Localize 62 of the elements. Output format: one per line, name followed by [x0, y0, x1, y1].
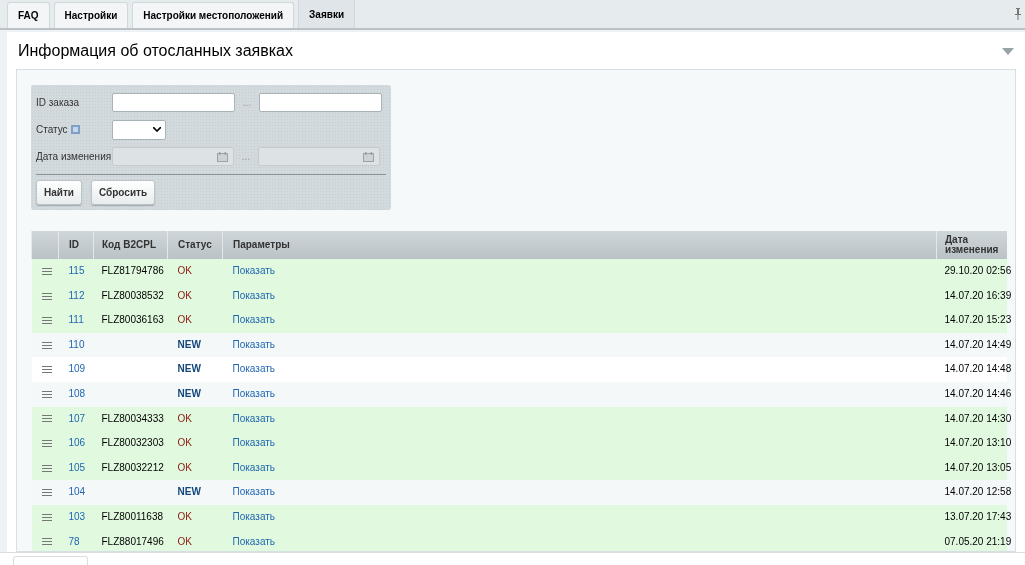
collapse-arrow-icon[interactable] — [1002, 47, 1014, 55]
menu-icon[interactable] — [41, 366, 52, 374]
show-link[interactable]: Показать — [232, 511, 275, 522]
status-cell: OK — [167, 431, 223, 456]
menu-icon[interactable] — [41, 489, 52, 497]
range-separator: ... — [240, 150, 252, 164]
tab[interactable]: Настройки местоположений — [132, 2, 295, 28]
id-link[interactable]: 78 — [68, 535, 80, 547]
menu-icon[interactable] — [41, 317, 52, 325]
column-header: Дата изменения — [936, 231, 1007, 259]
tab[interactable]: Настройки — [53, 2, 129, 28]
menu-icon[interactable] — [41, 292, 52, 300]
menu-icon[interactable] — [41, 538, 52, 546]
tab[interactable]: Заявки — [298, 0, 356, 28]
status-select[interactable] — [112, 119, 166, 140]
field-label: ID заказа — [36, 96, 80, 110]
chevron-down-icon — [153, 127, 161, 132]
date-field[interactable] — [258, 147, 380, 166]
show-link[interactable]: Показать — [232, 412, 275, 424]
input-field[interactable] — [112, 93, 235, 112]
show-link[interactable]: Показать — [232, 265, 275, 277]
menu-icon[interactable] — [41, 341, 52, 349]
table-cell: FLZ80032303 — [93, 431, 168, 456]
column-header: Статус — [167, 231, 223, 259]
id-link[interactable]: 110 — [68, 338, 85, 350]
status-cell: OK — [167, 308, 223, 333]
column-header: Параметры — [222, 231, 937, 259]
show-link[interactable]: Показать — [232, 338, 275, 350]
id-link[interactable]: 104 — [68, 486, 86, 498]
status-cell: NEW — [167, 480, 223, 505]
show-link[interactable]: Показать — [232, 461, 275, 473]
show-link[interactable]: Показать — [232, 289, 275, 301]
column-header: ID — [58, 231, 94, 259]
show-link[interactable]: Показать — [232, 486, 275, 498]
filter-button[interactable]: Найти — [36, 180, 82, 205]
menu-column-header — [31, 231, 59, 259]
status-cell: NEW — [167, 357, 223, 382]
field-label: Дата изменения — [36, 150, 112, 164]
show-link[interactable]: Показать — [232, 437, 275, 449]
column-header: Код B2CPL — [93, 231, 168, 259]
show-link[interactable]: Показать — [232, 314, 275, 326]
field-label: Статус — [36, 123, 68, 137]
menu-icon[interactable] — [41, 267, 52, 275]
id-link[interactable]: 108 — [68, 388, 86, 399]
table-cell: FLZ81794786 — [93, 259, 168, 284]
show-link[interactable]: Показать — [232, 388, 275, 399]
page-title: Информация об отосланных заявках — [18, 41, 293, 61]
date-field[interactable] — [112, 147, 234, 166]
input-field[interactable] — [259, 93, 382, 112]
show-link[interactable]: Показать — [232, 363, 275, 375]
menu-icon[interactable] — [41, 390, 52, 398]
menu-icon[interactable] — [41, 513, 52, 521]
table-cell: FLZ80036163 — [93, 308, 168, 333]
menu-icon[interactable] — [41, 464, 52, 472]
menu-icon[interactable] — [41, 415, 52, 423]
filter-button[interactable]: Сбросить — [91, 180, 156, 205]
range-separator: ... — [241, 96, 253, 110]
show-link[interactable]: Показать — [232, 535, 275, 547]
tab[interactable]: FAQ — [7, 2, 50, 28]
pin-icon[interactable] — [1015, 8, 1021, 20]
status-cell: OK — [167, 259, 223, 284]
menu-icon[interactable] — [41, 440, 52, 448]
